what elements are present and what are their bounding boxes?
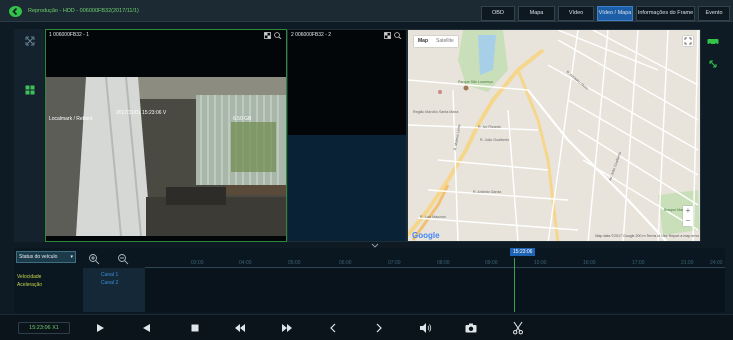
snapshot-icon[interactable] (264, 32, 271, 39)
tick-label: 08:00 (437, 260, 450, 266)
row-label-speed: Velocidade (17, 274, 42, 280)
rewind-icon[interactable] (233, 321, 247, 335)
tick-label: 17:00 (632, 260, 645, 266)
pane-2-label: 2 006000FB32 - 2 (291, 32, 332, 38)
tick-label: 21:00 (681, 260, 694, 266)
playback-clock: 15:23:06 X1 (18, 322, 70, 334)
timeline-panel: Status do veículo ▾ 03:00 04:00 05:00 06… (14, 248, 725, 313)
channel-list: Canal 1 Canal 2 (83, 268, 145, 312)
map-zoom-control: + − (683, 206, 693, 226)
window-title: Reprodução - HDD - 006000FB32(2017/11/1) (28, 8, 139, 14)
map-label: Parque São Lourenço (458, 80, 493, 84)
tick-label: 15:00 (534, 260, 547, 266)
expand-icon[interactable] (708, 59, 718, 69)
next-frame-icon[interactable] (372, 321, 386, 335)
osd-left-text: Localmark / Reboot (49, 116, 93, 122)
vehicle-status-label: Status do veículo (19, 254, 58, 260)
map-label: R. Luiz Manzoni (420, 215, 446, 219)
pane-2-tools (384, 32, 402, 39)
scissors-icon[interactable] (511, 321, 525, 335)
vehicle-status-select[interactable]: Status do veículo ▾ (16, 251, 76, 263)
osd-datetime-text: 2017/11/01 15:23:06 V (116, 110, 167, 116)
zoom-out-icon[interactable] (117, 253, 129, 265)
playback-controls: 15:23:06 X1 (0, 314, 733, 340)
volume-icon[interactable] (418, 321, 432, 335)
snapshot-icon[interactable] (384, 32, 391, 39)
tick-label: 24:00 (710, 260, 723, 266)
left-toolbar (14, 29, 44, 242)
previous-frame-icon[interactable] (326, 321, 340, 335)
video-pane-2[interactable]: 2 006000FB32 - 2 (287, 29, 407, 242)
fullscreen-icon[interactable] (25, 36, 35, 46)
tick-label: 16:00 (583, 260, 596, 266)
tab-map[interactable]: Mapa (518, 6, 555, 21)
tick-label: 09:00 (485, 260, 498, 266)
pane-2-no-video (288, 135, 406, 241)
map-type-map[interactable]: Map (414, 36, 432, 47)
timeline-row-labels: Velocidade Aceleração (16, 272, 76, 312)
zoom-icon[interactable] (394, 32, 402, 39)
pane-1-tools (264, 32, 282, 39)
google-logo: Google (412, 231, 440, 240)
tab-event[interactable]: Evento (698, 6, 730, 21)
map-canvas (408, 30, 700, 241)
back-button[interactable] (9, 6, 22, 17)
channel-1-item[interactable]: Canal 1 (101, 272, 118, 278)
title-bar: Reprodução - HDD - 006000FB32(2017/11/1)… (0, 0, 733, 22)
map-label: Região Marcílio Santa Maria (413, 110, 459, 114)
map-type-control: Map Satellite (414, 36, 458, 47)
tick-label: 07:00 (388, 260, 401, 266)
zoom-in-icon[interactable] (88, 253, 100, 265)
osd-storage-text: 6.50 GB (233, 116, 252, 122)
map-zoom-in-button[interactable]: + (683, 206, 693, 216)
tick-label: 04:00 (239, 260, 252, 266)
back-arrow-icon (12, 7, 18, 16)
play-reverse-icon[interactable] (140, 321, 154, 335)
camera-snapshot-icon[interactable] (464, 321, 478, 335)
fullscreen-icon (684, 37, 692, 45)
map-label: R. João Gualberto (480, 138, 510, 142)
map-label: R. Ivo Ricardo (478, 125, 501, 129)
fast-forward-icon[interactable] (280, 321, 294, 335)
pane-1-label: 1 006000FB32 - 1 (49, 32, 90, 38)
grid-layout-icon[interactable] (25, 85, 35, 95)
camera-image: Localmark / Reboot 2017/11/01 15:23:06 V… (46, 77, 286, 236)
tick-label: 05:00 (288, 260, 301, 266)
right-toolbar (703, 29, 725, 242)
channel-2-item[interactable]: Canal 2 (101, 280, 118, 286)
timeline-tracks[interactable] (145, 269, 725, 312)
tick-label: 03:00 (191, 260, 204, 266)
map-type-satellite[interactable]: Satellite (432, 36, 458, 47)
time-ruler[interactable]: 03:00 04:00 05:00 06:00 07:00 08:00 09:0… (145, 251, 725, 268)
tab-video-map[interactable]: Vídeo / Mapa (597, 6, 633, 21)
map-label: R. Antônio Garcia (473, 190, 502, 194)
playhead-line[interactable] (514, 258, 515, 312)
tab-video[interactable]: Vídeo (558, 6, 594, 21)
map-fullscreen-button[interactable] (683, 36, 693, 46)
zoom-icon[interactable] (274, 32, 282, 39)
map-attribution: Map data ©2017 Google 200 m Terms of Use… (595, 234, 699, 238)
chevron-down-icon: ▾ (70, 254, 73, 260)
camera-frame: Localmark / Reboot 2017/11/01 15:23:06 V… (46, 77, 286, 236)
tick-label: 06:00 (339, 260, 352, 266)
tab-obd[interactable]: OBD (481, 6, 515, 21)
video-pane-1[interactable]: 1 006000FB32 - 1 Localmark / Reboot 2017… (45, 29, 287, 242)
play-icon[interactable] (93, 321, 107, 335)
app-window: Reprodução - HDD - 006000FB32(2017/11/1)… (0, 0, 733, 340)
tab-frame-info[interactable]: Informações do Frame (636, 6, 695, 21)
map-view[interactable]: Parque São Lourenço Região Marcílio Sant… (407, 29, 701, 242)
map-zoom-out-button[interactable]: − (683, 216, 693, 226)
row-label-acceleration: Aceleração (17, 282, 43, 288)
current-time-badge: 15:23:06 (510, 248, 536, 256)
vehicle-icon[interactable] (707, 38, 719, 46)
stop-icon[interactable] (188, 321, 202, 335)
